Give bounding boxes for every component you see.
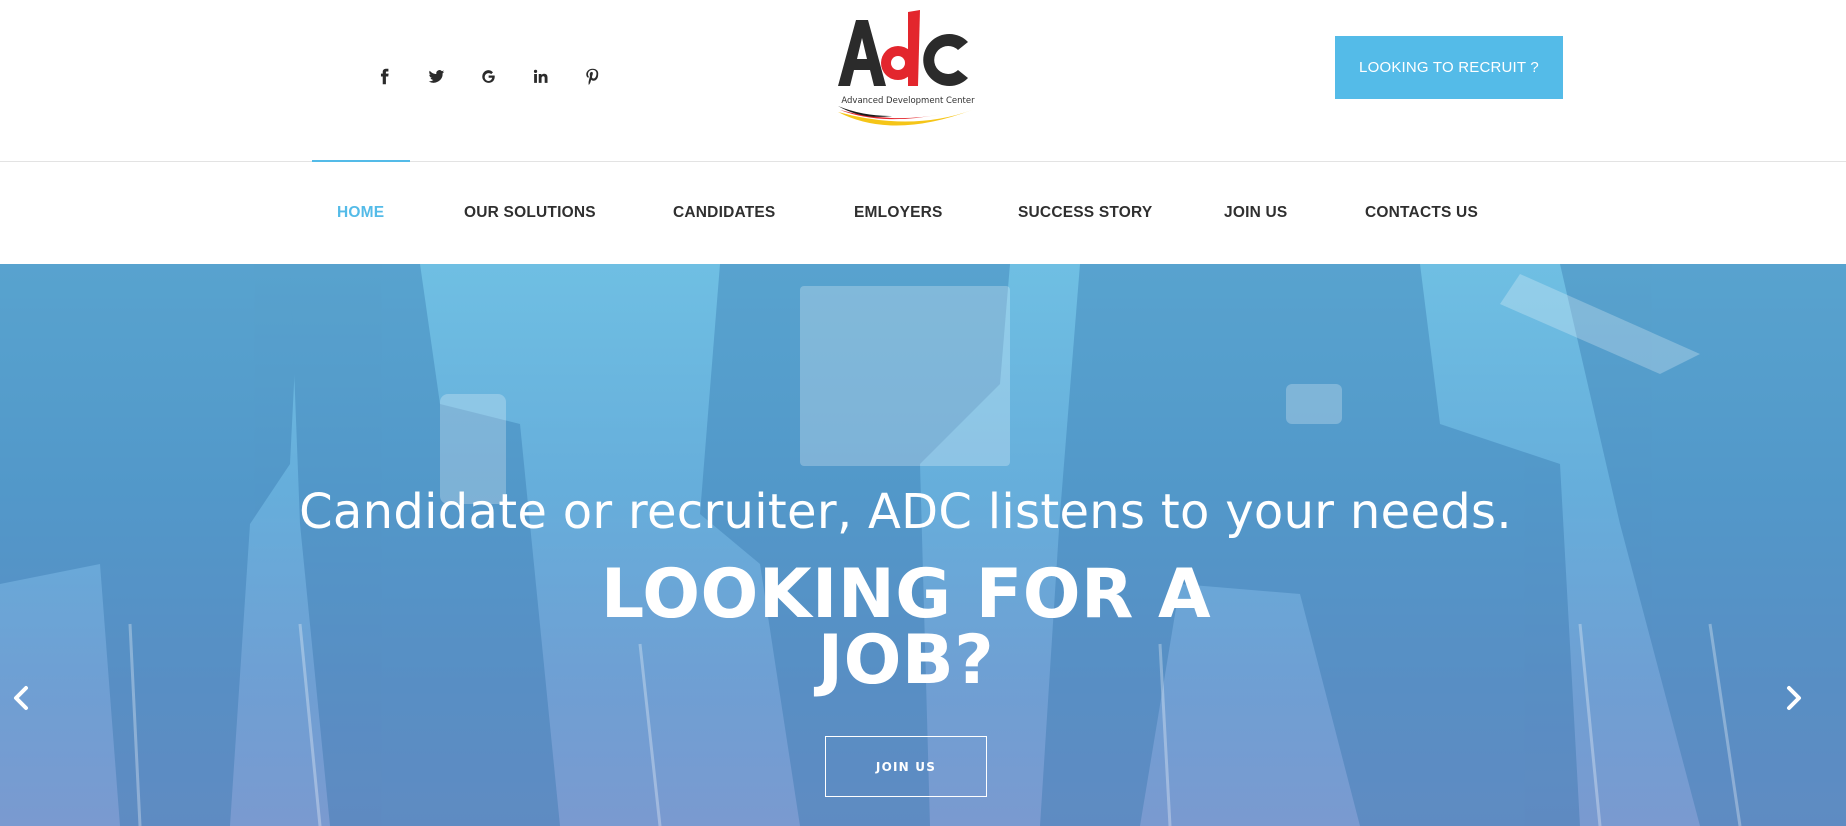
- main-navigation: HOME OUR SOLUTIONS CANDIDATES EMLOYERS S…: [0, 162, 1846, 264]
- google-icon[interactable]: [462, 62, 514, 90]
- adc-logo-mark: [838, 10, 972, 126]
- twitter-icon[interactable]: [410, 62, 462, 90]
- facebook-icon[interactable]: [358, 62, 410, 90]
- linkedin-icon[interactable]: [514, 62, 566, 90]
- nav-item-emloyers[interactable]: EMLOYERS: [854, 204, 943, 222]
- hero-title: LOOKING FOR A JOB?: [600, 555, 1212, 700]
- adc-logo[interactable]: Advanced Development Center: [832, 8, 980, 132]
- nav-item-join-us[interactable]: JOIN US: [1224, 204, 1287, 222]
- chevron-right-icon[interactable]: [1779, 678, 1809, 718]
- looking-to-recruit-button[interactable]: LOOKING TO RECRUIT ?: [1335, 36, 1563, 99]
- join-us-button[interactable]: JOIN US: [825, 736, 987, 797]
- chevron-left-icon[interactable]: [6, 678, 36, 718]
- logo-tagline: Advanced Development Center: [841, 96, 975, 106]
- nav-item-our-solutions[interactable]: OUR SOLUTIONS: [464, 204, 596, 222]
- site-header: Advanced Development Center LOOKING TO R…: [0, 0, 1846, 161]
- social-links: [358, 62, 618, 90]
- nav-item-candidates[interactable]: CANDIDATES: [673, 204, 775, 222]
- nav-item-home[interactable]: HOME: [337, 204, 384, 222]
- hero-subtitle: Candidate or recruiter, ADC listens to y…: [299, 484, 1512, 540]
- nav-item-success-story[interactable]: SUCCESS STORY: [1018, 204, 1152, 222]
- hero-slider: Candidate or recruiter, ADC listens to y…: [0, 264, 1846, 826]
- nav-item-contacts-us[interactable]: CONTACTS US: [1365, 204, 1478, 222]
- pinterest-icon[interactable]: [566, 62, 618, 90]
